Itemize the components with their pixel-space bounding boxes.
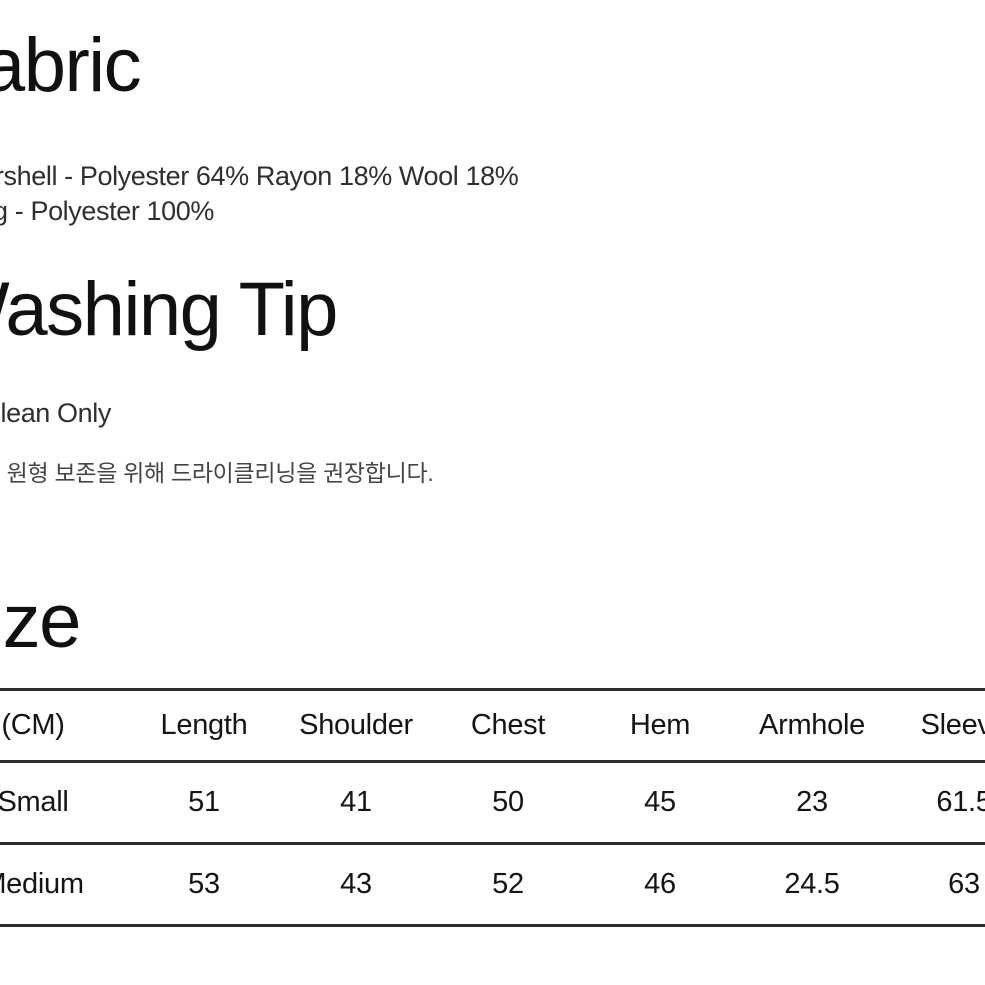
cell-hem: 45 [644,786,676,818]
cell-length: 53 [188,868,220,900]
fabric-lining-composition: Lining - Polyester 100% [0,196,214,226]
cell-length: 51 [188,786,220,818]
cell-sleeve: 61.5 [936,786,985,818]
header-chest: Chest [470,709,546,741]
cell-shoulder: 43 [340,868,372,900]
header-hem: Hem [629,709,691,741]
cell-chest: 52 [492,868,524,900]
header-shoulder: Shoulder [299,709,413,741]
table-row: Small 51 41 50 45 23 61.5 [0,762,985,844]
size-chart-container: (CM) Length Shoulder Chest Hem Armhole S… [0,688,985,927]
washing-instruction-korean: 제품의 원형 보존을 위해 드라이클리닝을 권장합니다. [0,460,434,486]
cell-armhole: 23 [796,786,828,818]
size-section-title: Size [0,579,81,664]
size-chart-table: (CM) Length Shoulder Chest Hem Armhole S… [0,688,985,927]
size-chart-header: (CM) Length Shoulder Chest Hem Armhole S… [0,689,985,762]
fabric-section-title: Fabric [0,23,142,108]
washing-instruction-english: Dry-clean Only [0,398,111,428]
cell-chest: 50 [492,786,524,818]
product-detail-page: Fabric Outershell - Polyester 64% Rayon … [0,0,985,985]
table-header-row: (CM) Length Shoulder Chest Hem Armhole S… [0,689,985,762]
header-length: Length [160,709,248,741]
cell-armhole: 24.5 [784,868,840,900]
header-unit: (CM) [1,709,65,741]
washing-tip-section-title: Washing Tip [0,267,338,352]
size-chart-body: Small 51 41 50 45 23 61.5 Medium 53 43 5… [0,762,985,926]
cell-sleeve: 63 [948,868,980,900]
header-sleeve: Sleeve [920,709,985,741]
cell-hem: 46 [644,868,676,900]
header-armhole: Armhole [759,709,865,741]
row-size-label: Small [0,786,69,818]
row-size-label: Medium [0,868,84,900]
fabric-outershell-composition: Outershell - Polyester 64% Rayon 18% Woo… [0,161,519,191]
cell-shoulder: 41 [340,786,372,818]
table-row: Medium 53 43 52 46 24.5 63 [0,844,985,926]
